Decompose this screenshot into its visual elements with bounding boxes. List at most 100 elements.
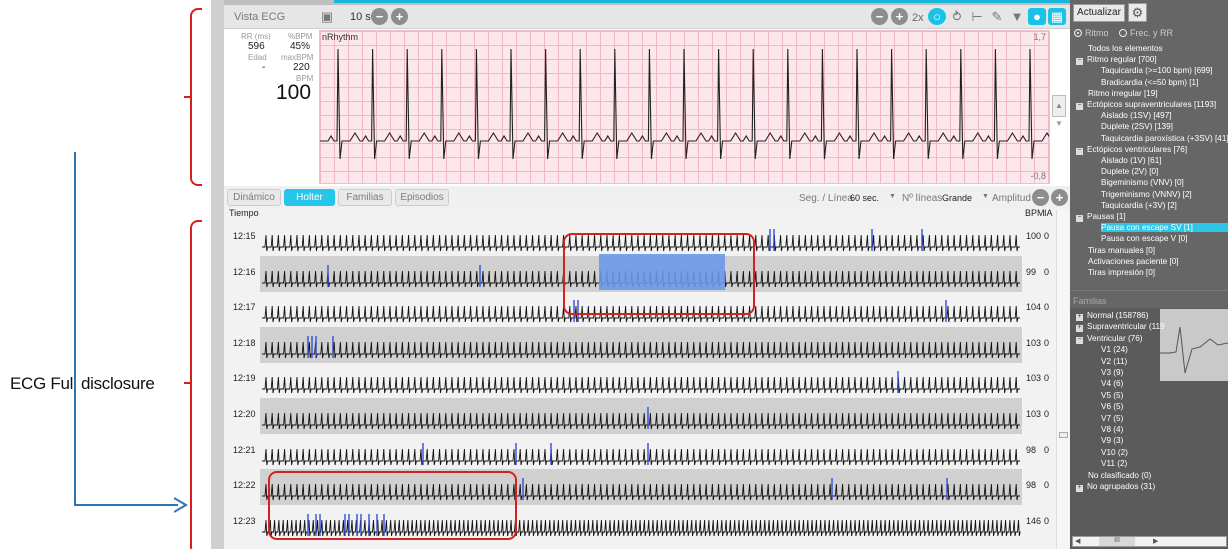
tab-familias[interactable]: Familias <box>338 189 392 206</box>
tree-item-label: V7 (5) <box>1101 413 1124 423</box>
tree-item[interactable]: Pausa con escape SV [1] <box>1101 223 1228 233</box>
tree-item[interactable]: V9 (3) <box>1101 436 1123 445</box>
marker-icon[interactable]: ▼ <box>1008 8 1026 25</box>
sidebar-horizontal-scrollbar[interactable]: ◀ III ▶ <box>1072 536 1227 547</box>
holter-scroll-thumb[interactable] <box>1059 432 1068 438</box>
tree-item[interactable]: V6 (5) <box>1101 402 1123 411</box>
tree-item[interactable]: Taquicardia (+3V) [2] <box>1101 201 1177 210</box>
row-time: 12:19 <box>233 373 256 384</box>
expand-icon[interactable]: + <box>1076 324 1083 333</box>
ecg-view-title: Vista ECG <box>234 11 286 23</box>
sidebar-divider <box>1070 290 1228 291</box>
amplitude-minus-icon[interactable]: − <box>871 8 888 25</box>
tree-item[interactable]: Taquicardia paroxística (+3SV) [41] <box>1101 134 1228 143</box>
scroll-left-icon[interactable]: ◀ <box>1075 537 1080 545</box>
age-value: - <box>262 62 266 73</box>
tree-item[interactable]: V7 (5) <box>1101 414 1123 423</box>
ecg-lead-down-icon[interactable]: ▼ <box>1052 119 1066 131</box>
radio-rhythm[interactable]: Ritmo <box>1074 28 1109 38</box>
tree-item[interactable]: V8 (4) <box>1101 425 1123 434</box>
tree-item[interactable]: V10 (2) <box>1101 448 1128 457</box>
update-button[interactable]: Actualizar <box>1073 4 1125 22</box>
row-ia: 0 <box>1044 515 1050 526</box>
holter-amplitude-minus-icon[interactable]: − <box>1032 189 1049 206</box>
pen-icon[interactable]: ✎ <box>988 8 1006 25</box>
grid-icon[interactable]: ▦ <box>1048 8 1066 25</box>
amplitude-plus-icon[interactable]: + <box>891 8 908 25</box>
tree-item[interactable]: Aislado (1V) [61] <box>1101 156 1162 165</box>
tab-dinamico[interactable]: Dinámico <box>227 189 281 206</box>
row-waveform <box>262 335 1020 358</box>
tree-item[interactable]: Tiras impresión [0] <box>1088 268 1155 277</box>
annotation-arrow-vertical <box>74 152 76 506</box>
tree-item[interactable]: − Ritmo regular [700] <box>1076 55 1157 66</box>
tree-item[interactable]: + Normal (158786) <box>1076 311 1148 321</box>
collapse-icon[interactable]: − <box>1076 147 1083 155</box>
tree-item-label: Taquicardia (>=100 bpm) [699] <box>1101 66 1213 76</box>
holter-row[interactable]: 12:20 103 0 <box>224 398 1070 434</box>
collapse-icon[interactable]: − <box>1076 57 1083 66</box>
gear-icon[interactable]: ⚙ <box>1128 3 1147 22</box>
tree-item[interactable]: Taquicardia (>=100 bpm) [699] <box>1101 66 1213 75</box>
tree-item[interactable]: Bradicardia (<=50 bpm) [1] <box>1101 78 1198 87</box>
collapse-icon[interactable]: − <box>1076 214 1083 222</box>
zoom-in-time-icon[interactable]: + <box>391 8 408 25</box>
lightbulb-icon[interactable]: ● <box>1028 8 1046 25</box>
scroll-right-icon[interactable]: ▶ <box>1153 537 1158 545</box>
tab-holter[interactable]: Holter <box>284 189 335 206</box>
holter-vertical-scrollbar[interactable] <box>1056 210 1069 549</box>
tree-item[interactable]: Bigeminismo (VNV) [0] <box>1101 178 1184 187</box>
holter-row[interactable]: 12:18 103 0 <box>224 326 1070 363</box>
lines-chevron-down-icon[interactable]: ▼ <box>982 193 989 200</box>
tree-item[interactable]: V4 (6) <box>1101 379 1123 388</box>
tree-item[interactable]: − Ectópicos supraventriculares [1193] <box>1076 100 1216 110</box>
tree-item[interactable]: V5 (5) <box>1101 391 1123 400</box>
ecg-strip[interactable]: nRhythm 1,7 -0,8 <box>319 30 1050 184</box>
expand-icon[interactable]: + <box>1076 484 1083 492</box>
tree-item[interactable]: + Supraventricular (119 <box>1076 322 1165 333</box>
measure-icon[interactable]: ○ <box>928 8 946 25</box>
tree-item[interactable]: + No agrupados (31) <box>1076 482 1155 492</box>
zoom-out-time-icon[interactable]: − <box>371 8 388 25</box>
collapse-icon[interactable]: − <box>1076 102 1083 110</box>
tree-item[interactable]: Trigeminismo (VNNV) [2] <box>1101 190 1192 199</box>
seg-chevron-down-icon[interactable]: ▼ <box>889 193 896 200</box>
events-sidebar: Actualizar ⚙ Ritmo Frec. y RR Todos los … <box>1070 0 1228 549</box>
expand-icon[interactable]: + <box>1076 313 1083 321</box>
tree-item[interactable]: − Ventricular (76) <box>1076 334 1143 344</box>
family-beat-waveform <box>1160 326 1228 374</box>
tree-item[interactable]: V11 (2) <box>1101 459 1127 468</box>
holter-row[interactable]: 12:19 103 0 <box>224 362 1070 398</box>
camera-icon[interactable]: ▣ <box>318 8 336 25</box>
ecg-lead-up-icon[interactable]: ▲ <box>1052 95 1066 117</box>
tree-item[interactable]: Duplete (2V) [0] <box>1101 167 1158 176</box>
tree-item[interactable]: V3 (9) <box>1101 368 1123 377</box>
tree-item-label: Ectópicos supraventriculares [1193] <box>1087 100 1217 109</box>
holter-amplitude-plus-icon[interactable]: + <box>1051 189 1068 206</box>
radio-freq[interactable]: Frec. y RR <box>1119 28 1173 38</box>
tree-item[interactable]: V1 (24) <box>1101 345 1128 354</box>
amplitude-label: Amplitud <box>992 193 1031 204</box>
tree-item[interactable]: Pausa con escape V [0] <box>1101 234 1187 243</box>
holter-row[interactable]: 12:21 98 0 <box>224 434 1070 470</box>
tree-item[interactable]: Ritmo irregular [19] <box>1088 89 1158 98</box>
interval-icon[interactable]: ⊢ <box>968 8 986 25</box>
tree-item[interactable]: Aislado (1SV) [497] <box>1101 111 1172 120</box>
tree-item-label: Normal (158786) <box>1087 311 1149 320</box>
lines-select[interactable]: Grande <box>940 191 985 206</box>
tree-item[interactable]: Tiras manuales [0] <box>1088 246 1155 255</box>
tab-episodios[interactable]: Episodios <box>395 189 449 206</box>
caliper-icon[interactable]: ⥁ <box>948 8 966 25</box>
ecg-trace-path <box>320 48 1049 160</box>
scroll-thumb[interactable]: III <box>1099 537 1135 546</box>
tree-item[interactable]: Duplete (2SV) [139] <box>1101 122 1173 131</box>
tree-item[interactable]: No clasificado (0) <box>1088 471 1151 480</box>
tree-item[interactable]: − Pausas [1] <box>1076 212 1126 222</box>
tree-item[interactable]: V2 (11) <box>1101 357 1127 366</box>
collapse-icon[interactable]: − <box>1076 336 1083 344</box>
screenshot-root: { "annotation": { "label": "ECG Full dis… <box>0 0 1228 549</box>
tree-item[interactable]: Todos los elementos <box>1088 44 1163 53</box>
row-bpm: 99 <box>1026 266 1037 277</box>
tree-item[interactable]: − Ectópicos ventriculares [76] <box>1076 145 1187 155</box>
tree-item[interactable]: Activaciones paciente [0] <box>1088 257 1179 266</box>
